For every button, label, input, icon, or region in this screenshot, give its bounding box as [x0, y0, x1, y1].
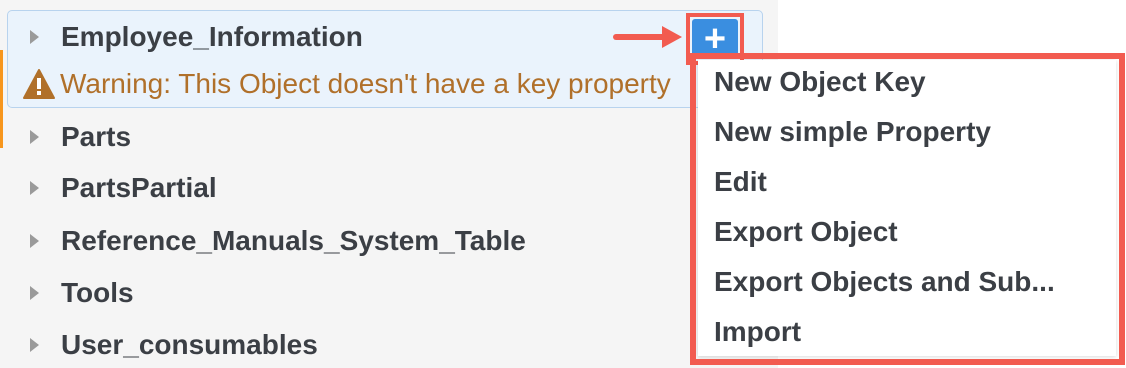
object-tree-panel: Employee_Information Warning: This Objec…	[0, 0, 778, 368]
tree-item-partspartial[interactable]: PartsPartial	[30, 168, 217, 208]
tree-item-label: Employee_Information	[61, 21, 363, 52]
key-property-warning: Warning: This Object doesn't have a key …	[22, 64, 694, 104]
expand-caret-icon[interactable]	[30, 30, 39, 44]
tree-item-reference-manuals-system-table[interactable]: Reference_Manuals_System_Table	[30, 221, 526, 261]
tree-item-label: User_consumables	[61, 329, 318, 360]
expand-caret-icon[interactable]	[30, 181, 39, 195]
tree-item-label: PartsPartial	[61, 172, 217, 203]
expand-caret-icon[interactable]	[30, 234, 39, 248]
context-menu-highlight	[690, 53, 1125, 365]
expand-caret-icon[interactable]	[30, 338, 39, 352]
tree-item-parts[interactable]: Parts	[30, 117, 131, 157]
tree-item-employee-information[interactable]: Employee_Information	[30, 17, 363, 57]
annotation-arrow-icon	[613, 26, 682, 48]
tree-item-tools[interactable]: Tools	[30, 273, 134, 313]
warning-triangle-icon	[23, 69, 55, 99]
selection-accent-strip	[0, 50, 3, 148]
tree-item-label: Tools	[61, 277, 134, 308]
warning-text: Warning: This Object doesn't have a key …	[60, 68, 671, 99]
expand-caret-icon[interactable]	[30, 286, 39, 300]
tree-item-user-consumables[interactable]: User_consumables	[30, 325, 318, 365]
tree-item-label: Parts	[61, 121, 132, 152]
expand-caret-icon[interactable]	[30, 130, 39, 144]
tree-item-label: Reference_Manuals_System_Table	[61, 225, 526, 256]
